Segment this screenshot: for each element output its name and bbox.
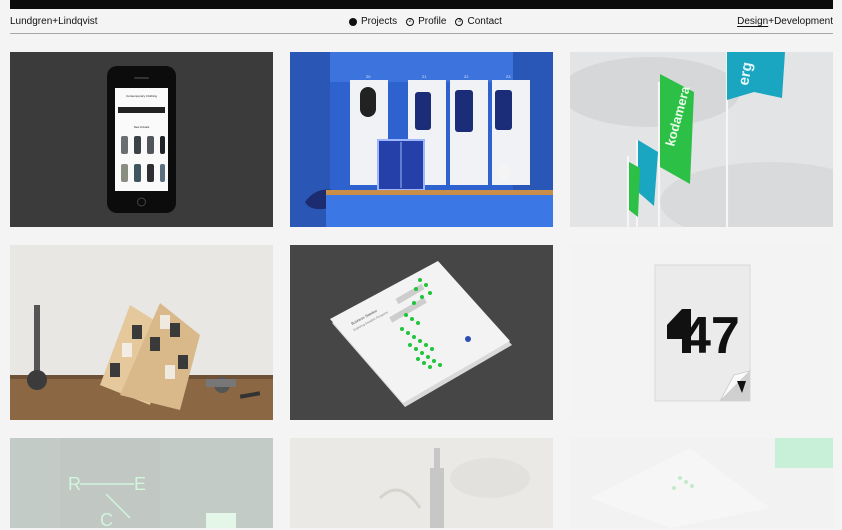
circled-2-icon: 2 xyxy=(406,17,415,26)
flags-image: kodamera erg xyxy=(570,52,833,227)
phone-shop-title: Contemporary Clothing xyxy=(126,94,157,98)
main-nav: Projects 2 Profile 3 Contact xyxy=(349,16,502,27)
nav-projects-label: Projects xyxy=(361,16,398,27)
project-tile-book-cover[interactable]: Business Sweden Exploring Swedish Prospe… xyxy=(290,245,553,420)
project-tile-locker-room[interactable]: 20 21 22 23 xyxy=(290,52,553,227)
service-development-link[interactable]: Development xyxy=(774,16,833,27)
top-black-bar xyxy=(10,0,833,9)
site-header: Lundgren+Lindqvist Projects 2 Profile 3 … xyxy=(10,14,833,34)
locker-number-22: 22 xyxy=(464,74,469,79)
service-design-link[interactable]: Design xyxy=(737,16,768,27)
services-toggle: Design+Development xyxy=(737,16,833,27)
green-print-image xyxy=(570,438,833,528)
locker-number-20: 20 xyxy=(366,74,371,79)
project-tile-flags[interactable]: kodamera erg xyxy=(570,52,833,227)
nav-projects[interactable]: Projects xyxy=(349,16,397,27)
rec-poster-image: R E C xyxy=(10,438,273,528)
locker-room-image: 20 21 22 23 xyxy=(290,52,553,227)
faded-letter-e: E xyxy=(134,474,146,494)
bottles-image xyxy=(290,438,553,528)
nav-contact-label: Contact xyxy=(467,16,502,27)
logo-47-image: 47 xyxy=(570,245,833,420)
locker-number-21: 21 xyxy=(422,74,427,79)
project-tile-green-faded[interactable] xyxy=(570,438,833,528)
project-tile-workshop[interactable] xyxy=(10,245,273,420)
nav-contact[interactable]: 3 Contact xyxy=(455,16,502,27)
circled-3-icon: 3 xyxy=(455,17,464,26)
project-tile-bottles-faded[interactable] xyxy=(290,438,553,528)
faded-letter-r: R xyxy=(68,474,81,494)
locker-number-23: 23 xyxy=(506,74,511,79)
phone-section-label: New Arrivals xyxy=(134,125,150,129)
nav-profile[interactable]: 2 Profile xyxy=(406,16,446,27)
project-tile-ecommerce-phone[interactable]: Contemporary Clothing New Arrivals xyxy=(10,52,273,227)
filled-dot-icon xyxy=(349,17,357,26)
phone-mockup-image: Contemporary Clothing New Arrivals xyxy=(10,52,273,227)
nav-profile-label: Profile xyxy=(418,16,447,27)
faded-letter-c: C xyxy=(100,510,113,528)
book-cover-image: Business Sweden Exploring Swedish Prospe… xyxy=(290,245,553,420)
workshop-image xyxy=(10,245,273,420)
project-tile-47-logo[interactable]: 47 xyxy=(570,245,833,420)
logo-47-text: 47 xyxy=(682,307,740,365)
brand-logo-link[interactable]: Lundgren+Lindqvist xyxy=(10,16,98,27)
project-tile-rec-faded[interactable]: R E C xyxy=(10,438,273,528)
